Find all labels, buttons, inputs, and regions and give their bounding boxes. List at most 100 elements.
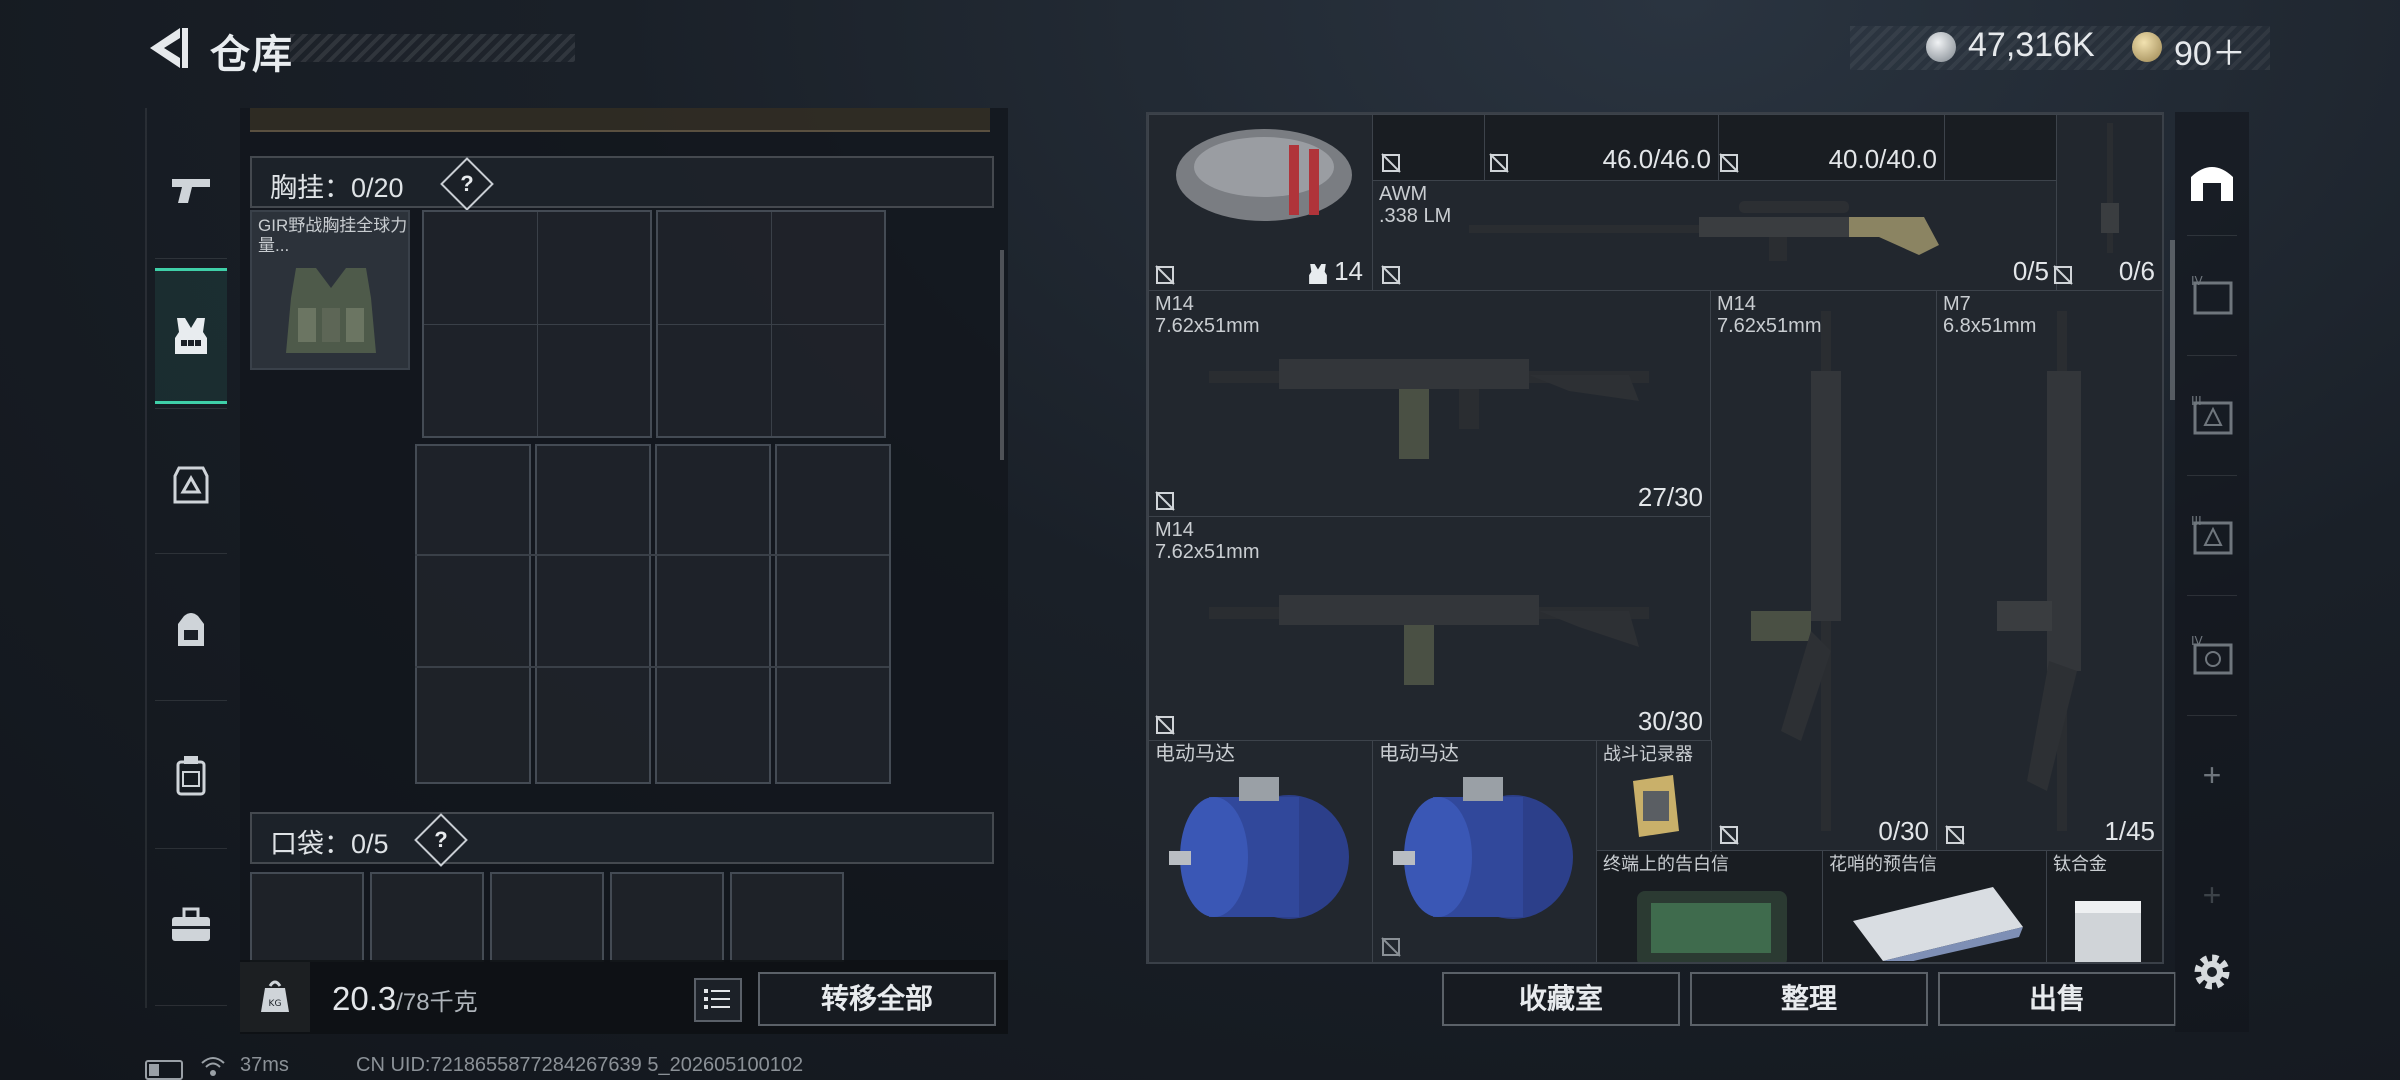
item-name: 电动马达 bbox=[1379, 743, 1459, 765]
nav-case[interactable] bbox=[155, 875, 227, 975]
item-name: AWM .338 LM bbox=[1379, 183, 1451, 227]
m14-rifle-image bbox=[1209, 595, 1649, 685]
rig-grid-column[interactable] bbox=[415, 444, 531, 784]
add-tab-button[interactable]: + bbox=[2177, 730, 2247, 820]
nav-divider bbox=[155, 1005, 227, 1006]
stash-item-awm[interactable]: AWM .338 LM 0/5 bbox=[1372, 180, 2058, 292]
rig-grid-column[interactable] bbox=[775, 444, 891, 784]
plus-icon: + bbox=[2202, 876, 2222, 913]
unlocked-icon bbox=[1381, 153, 1401, 173]
electric-motor-image bbox=[1393, 777, 1573, 919]
stash-item-m7[interactable]: M7 6.8x51mm 1/45 bbox=[1936, 290, 2162, 852]
stash-tab-3[interactable]: III bbox=[2177, 370, 2247, 460]
settings-button[interactable] bbox=[2190, 950, 2234, 994]
sort-button[interactable]: 整理 bbox=[1690, 972, 1928, 1026]
transfer-all-button[interactable]: 转移全部 bbox=[758, 972, 996, 1026]
stash-item-durability-1[interactable]: 46.0/46.0 bbox=[1484, 114, 1720, 182]
chest-rig-help-button[interactable]: ? bbox=[440, 157, 494, 211]
stash-tab-main[interactable] bbox=[2177, 135, 2247, 225]
item-count: 1/45 bbox=[2104, 816, 2155, 846]
svg-text:IV: IV bbox=[2191, 634, 2204, 648]
nav-backpack[interactable] bbox=[155, 580, 227, 680]
stash-item-terminal-letter[interactable]: 终端上的告白信 bbox=[1596, 850, 1824, 962]
nav-pouch[interactable] bbox=[155, 725, 227, 825]
stash-tab-4[interactable]: III bbox=[2177, 490, 2247, 580]
stash-item-motor[interactable]: 电动马达 bbox=[1372, 740, 1598, 962]
unlocked-icon bbox=[1155, 265, 1175, 285]
pocket-slot[interactable] bbox=[610, 872, 724, 962]
item-name: 钛合金 bbox=[2053, 854, 2107, 874]
unlocked-icon bbox=[1719, 825, 1739, 845]
pocket-slot[interactable] bbox=[370, 872, 484, 962]
stash-item-m14[interactable]: M14 7.62x51mm 30/30 bbox=[1148, 516, 1712, 742]
stash-item-durability-2[interactable]: 40.0/40.0 bbox=[1718, 114, 1946, 182]
electric-motor-image bbox=[1169, 777, 1349, 919]
stash-item-m14-vertical[interactable]: M14 7.62x51mm 0/30 bbox=[1710, 290, 1938, 852]
coin-balance[interactable]: 47,316K bbox=[1968, 26, 2095, 65]
stash-item-m14[interactable]: M14 7.62x51mm 27/30 bbox=[1148, 290, 1712, 518]
tier3-helmet-icon: III bbox=[2191, 514, 2233, 555]
stash-item-recorder[interactable]: 战斗记录器 bbox=[1596, 740, 1712, 852]
add-tab-button[interactable]: + bbox=[2177, 850, 2247, 940]
svg-text:KG: KG bbox=[269, 999, 282, 1009]
tab-divider bbox=[2187, 475, 2237, 476]
item-name-text: M14 7.62x51mm bbox=[1155, 519, 1260, 563]
combat-recorder-image bbox=[1633, 775, 1679, 837]
unlocked-icon bbox=[1155, 715, 1175, 735]
stash-tab-5[interactable]: IV bbox=[2177, 610, 2247, 700]
rig-grid-block[interactable] bbox=[422, 210, 652, 438]
page-title: 仓库 bbox=[210, 33, 294, 77]
tab-divider bbox=[2187, 235, 2237, 236]
item-count: 0/5 bbox=[2012, 256, 2049, 286]
help-icon: ? bbox=[460, 171, 474, 196]
back-button[interactable] bbox=[140, 22, 190, 74]
help-icon: ? bbox=[434, 827, 448, 852]
nav-divider bbox=[155, 700, 227, 701]
bond-balance[interactable]: 90＋ bbox=[2174, 26, 2246, 75]
stash-item-small[interactable] bbox=[1944, 114, 2058, 182]
nav-weapons[interactable] bbox=[155, 140, 227, 240]
item-count: 14 bbox=[1334, 256, 1363, 286]
chest-rig-item-image bbox=[286, 268, 376, 353]
nav-divider bbox=[155, 258, 227, 259]
collection-room-button[interactable]: 收藏室 bbox=[1442, 972, 1680, 1026]
letter-image bbox=[1853, 887, 2023, 961]
chest-rig-capacity: 0/20 bbox=[351, 173, 404, 203]
stash-tab-2[interactable]: IV bbox=[2177, 250, 2247, 340]
list-view-button[interactable] bbox=[694, 978, 742, 1022]
stash-item-bag[interactable]: 14 bbox=[1148, 114, 1374, 292]
sell-button[interactable]: 出售 bbox=[1938, 972, 2176, 1026]
svg-text:III: III bbox=[2191, 514, 2202, 528]
weight-icon: KG bbox=[261, 980, 289, 1012]
stash-item-motor[interactable]: 电动马达 bbox=[1148, 740, 1374, 962]
pocket-slot[interactable] bbox=[250, 872, 364, 962]
chest-rig-slot[interactable]: GIR野战胸挂全球力量... bbox=[250, 210, 410, 370]
nav-chest-rig[interactable] bbox=[155, 268, 227, 404]
pocket-slot[interactable] bbox=[490, 872, 604, 962]
rig-grid-column[interactable] bbox=[535, 444, 651, 784]
pockets-help-button[interactable]: ? bbox=[414, 813, 468, 867]
item-name: 战斗记录器 bbox=[1603, 744, 1693, 764]
bond-icon bbox=[2132, 32, 2162, 62]
weight-max: /78千克 bbox=[396, 989, 478, 1016]
unlocked-icon bbox=[1719, 153, 1739, 173]
small-rifle-image bbox=[2101, 123, 2119, 253]
tier4-case-icon: IV bbox=[2191, 274, 2233, 315]
previous-section-strip bbox=[250, 108, 990, 132]
pouch-icon bbox=[176, 756, 206, 796]
rig-grid-column[interactable] bbox=[655, 444, 771, 784]
m14-rifle-image bbox=[1751, 311, 1841, 831]
rig-grid-block[interactable] bbox=[656, 210, 886, 438]
ping-readout: 37ms bbox=[240, 1054, 289, 1076]
item-name: 电动马达 bbox=[1155, 743, 1235, 765]
toolbox-icon bbox=[172, 907, 210, 941]
pockets-capacity: 0/5 bbox=[351, 829, 389, 859]
coin-icon bbox=[1926, 32, 1956, 62]
gear-icon bbox=[2194, 954, 2230, 990]
tier4-tool-icon: IV bbox=[2191, 634, 2233, 675]
nav-armor[interactable] bbox=[155, 435, 227, 535]
pocket-slot[interactable] bbox=[730, 872, 844, 962]
inventory-scrollbar[interactable] bbox=[1000, 250, 1004, 460]
stash-item-titanium[interactable]: 钛合金 bbox=[2046, 850, 2162, 962]
stash-item-fancy-letter[interactable]: 花哨的预告信 bbox=[1822, 850, 2048, 962]
